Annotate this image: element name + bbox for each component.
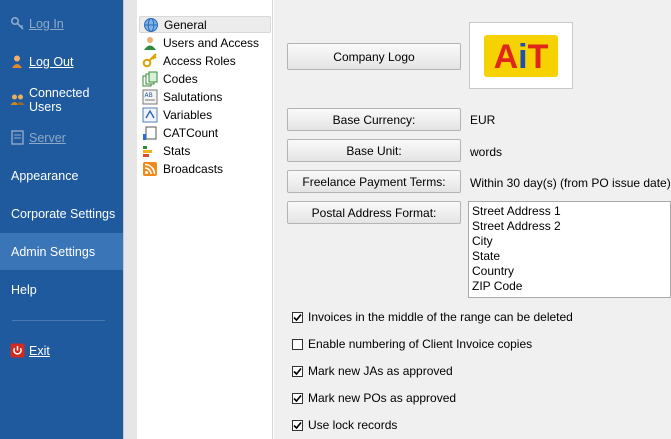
sidebar-item-server[interactable]: Server: [0, 119, 123, 156]
base-currency-value: EUR: [470, 113, 496, 127]
sidebar-item-corporate-settings[interactable]: Corporate Settings: [0, 195, 123, 232]
checkmark-icon: [293, 313, 302, 321]
sidebar-item-label: Help: [11, 282, 37, 297]
base-unit-value: words: [470, 145, 503, 159]
tree-item-label: Salutations: [163, 89, 223, 104]
tree-item-broadcasts[interactable]: Broadcasts: [139, 160, 271, 177]
checkbox-mark-pos-approved[interactable]: Mark new POs as approved: [292, 390, 456, 406]
checkbox[interactable]: [292, 338, 303, 350]
checkbox-label: Enable numbering of Client Invoice copie…: [308, 337, 533, 351]
sidebar-item-connected-users[interactable]: Connected Users: [0, 81, 123, 118]
server-icon: [10, 130, 25, 145]
sidebar-item-label: Connected Users: [29, 85, 90, 114]
user-logout-icon: [10, 54, 25, 69]
sidebar-item-exit[interactable]: Exit: [0, 332, 123, 369]
tree-item-variables[interactable]: Variables: [139, 106, 271, 123]
users-access-icon: [142, 35, 158, 51]
catcount-icon: [142, 125, 158, 141]
globe-icon: [143, 17, 159, 33]
checkbox[interactable]: [292, 392, 303, 404]
tree-item-label: General: [164, 17, 207, 32]
address-line: City: [472, 234, 493, 248]
logo-text: AiT: [494, 38, 549, 76]
freelance-payment-terms-button[interactable]: Freelance Payment Terms:: [287, 170, 461, 193]
sidebar-item-help[interactable]: Help: [0, 271, 123, 308]
checkmark-icon: [293, 394, 302, 402]
tree-item-label: Stats: [163, 143, 191, 158]
sidebar-divider: [12, 320, 105, 321]
sidebar-item-label: Log Out: [29, 55, 73, 69]
tree-item-stats[interactable]: Stats: [139, 142, 271, 159]
sidebar-item-appearance[interactable]: Appearance: [0, 157, 123, 194]
address-line: Country: [472, 264, 515, 278]
tree-item-label: Codes: [163, 71, 198, 86]
sidebar-item-log-in[interactable]: Log In: [0, 5, 123, 42]
general-settings-panel: Company Logo AiT Base Currency: EUR Base…: [274, 0, 671, 439]
postal-address-format-button[interactable]: Postal Address Format:: [287, 201, 461, 224]
checkbox-delete-middle-invoices[interactable]: Invoices in the middle of the range can …: [292, 309, 573, 325]
ait-logo-icon: AiT: [484, 34, 558, 77]
tree-item-label: Users and Access: [163, 35, 260, 50]
tree-item-catcount[interactable]: CATCount: [139, 124, 271, 141]
sidebar-item-label: Log In: [29, 16, 64, 31]
tree-item-label: Variables: [163, 107, 213, 122]
sidebar-item-log-out[interactable]: Log Out: [0, 43, 123, 80]
checkbox-mark-jas-approved[interactable]: Mark new JAs as approved: [292, 363, 453, 379]
address-line: State: [472, 249, 501, 263]
tree-item-codes[interactable]: Codes: [139, 70, 271, 87]
tree-item-label: Broadcasts: [163, 161, 224, 176]
checkbox[interactable]: [292, 365, 303, 377]
address-line: Street Address 2: [472, 219, 561, 233]
tree-item-label: Access Roles: [163, 53, 236, 68]
checkbox-use-lock-records[interactable]: Use lock records: [292, 417, 397, 433]
svg-text:AB: AB: [145, 92, 153, 99]
sidebar-item-admin-settings[interactable]: Admin Settings: [0, 233, 123, 270]
base-unit-button[interactable]: Base Unit:: [287, 139, 461, 162]
postal-address-format-field[interactable]: Street Address 1 Street Address 2 City S…: [468, 201, 671, 298]
power-icon: [10, 343, 25, 358]
checkmark-icon: [293, 367, 302, 375]
address-line: ZIP Code: [472, 279, 523, 293]
log-out-label: Log Out: [29, 54, 74, 69]
tree-item-salutations[interactable]: AB Salutations: [139, 88, 271, 105]
key-icon: [10, 16, 25, 31]
company-logo-button[interactable]: Company Logo: [287, 43, 461, 70]
users-icon: [10, 92, 25, 107]
checkbox-label: Mark new POs as approved: [308, 391, 457, 405]
splitter[interactable]: [123, 0, 137, 439]
address-line: Street Address 1: [472, 204, 561, 218]
base-currency-button[interactable]: Base Currency:: [287, 108, 461, 131]
settings-tree: General Users and Access Access Roles Co…: [137, 0, 273, 439]
key-icon: [142, 52, 158, 69]
rss-icon: [142, 161, 158, 177]
tree-item-users-and-access[interactable]: Users and Access: [139, 34, 271, 51]
tree-item-general[interactable]: General: [139, 16, 271, 33]
sidebar-item-label: Exit: [29, 343, 50, 358]
checkbox-label: Mark new JAs as approved: [308, 364, 453, 378]
tree-item-label: CATCount: [163, 125, 219, 140]
codes-icon: [142, 71, 158, 87]
company-logo-image[interactable]: AiT: [469, 22, 573, 89]
sidebar: Log In Log Out Connected Users Server Ap…: [0, 0, 123, 439]
freelance-payment-terms-value: Within 30 day(s) (from PO issue date): [470, 176, 671, 190]
sidebar-item-label: Server: [29, 130, 66, 145]
checkmark-icon: [293, 421, 302, 429]
sidebar-item-label: Corporate Settings: [11, 206, 116, 221]
checkbox-enable-client-invoice-numbering[interactable]: Enable numbering of Client Invoice copie…: [292, 336, 532, 352]
checkbox-label: Invoices in the middle of the range can …: [308, 310, 573, 324]
sidebar-item-label: Appearance: [11, 168, 79, 183]
stats-icon: [142, 143, 158, 159]
checkbox[interactable]: [292, 419, 303, 431]
checkbox-label: Use lock records: [308, 418, 398, 432]
salutations-icon: AB: [142, 89, 158, 105]
tree-item-access-roles[interactable]: Access Roles: [139, 52, 271, 69]
sidebar-item-label: Admin Settings: [11, 244, 96, 259]
variables-icon: [142, 107, 158, 123]
checkbox[interactable]: [292, 311, 303, 323]
